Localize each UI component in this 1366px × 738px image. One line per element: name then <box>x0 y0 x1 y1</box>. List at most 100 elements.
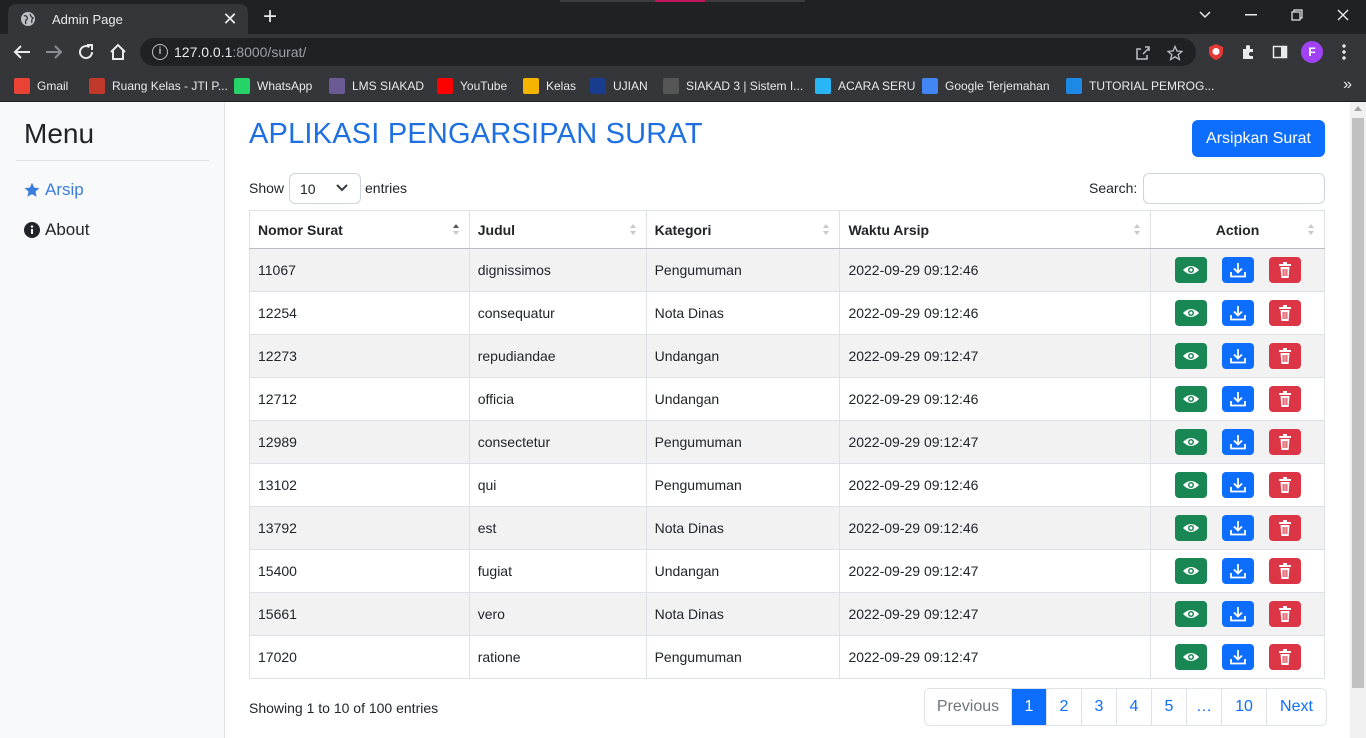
home-icon[interactable] <box>106 40 130 64</box>
browser-tab[interactable]: Admin Page ✕ <box>8 4 248 34</box>
pagination-page[interactable]: 2 <box>1046 689 1081 725</box>
pagination-page[interactable]: … <box>1186 689 1221 725</box>
column-header-waktu-arsip[interactable]: Waktu Arsip <box>839 210 1152 249</box>
view-button[interactable] <box>1174 601 1207 627</box>
trash-icon <box>1278 391 1292 407</box>
pagination-previous[interactable]: Previous <box>925 689 1011 725</box>
url-path: :8000/surat/ <box>232 44 307 60</box>
table-cell: 13102 <box>249 463 470 507</box>
download-button[interactable] <box>1221 300 1254 326</box>
view-button[interactable] <box>1174 257 1207 283</box>
search-input[interactable] <box>1143 173 1325 204</box>
table-cell: consectetur <box>468 420 647 464</box>
delete-button[interactable] <box>1268 558 1301 584</box>
bookmark-item[interactable]: Google Terjemahan <box>922 76 1050 96</box>
browser-tab-bar: Admin Page ✕ + <box>0 0 1366 34</box>
address-url[interactable]: 127.0.0.1:8000/surat/ <box>174 44 306 60</box>
column-header-judul[interactable]: Judul <box>468 210 647 249</box>
archive-letter-button[interactable]: Arsipkan Surat <box>1192 120 1325 157</box>
bookmark-item[interactable]: Ruang Kelas - JTI P... <box>89 76 228 96</box>
delete-button[interactable] <box>1268 515 1301 541</box>
download-button[interactable] <box>1221 601 1254 627</box>
download-button[interactable] <box>1221 429 1254 455</box>
view-button[interactable] <box>1174 343 1207 369</box>
sort-asc-icon <box>452 224 459 236</box>
page-scrollbar[interactable] <box>1350 102 1366 738</box>
sidebar-item-arsip[interactable]: Arsip <box>24 178 84 202</box>
action-buttons <box>1159 515 1316 541</box>
table-cell: dignissimos <box>468 248 647 292</box>
extension-shield-icon[interactable] <box>1206 42 1226 62</box>
delete-button[interactable] <box>1268 300 1301 326</box>
delete-button[interactable] <box>1268 644 1301 670</box>
view-button[interactable] <box>1174 515 1207 541</box>
close-window-icon[interactable] <box>1320 0 1366 30</box>
pagination-page[interactable]: 3 <box>1081 689 1116 725</box>
view-button[interactable] <box>1174 644 1207 670</box>
view-button[interactable] <box>1174 429 1207 455</box>
column-header-kategori[interactable]: Kategori <box>645 210 841 249</box>
column-header-action[interactable]: Action <box>1150 210 1325 249</box>
bookmark-item[interactable]: ACARA SERU <box>815 76 915 96</box>
delete-button[interactable] <box>1268 472 1301 498</box>
table-cell: Pengumuman <box>645 248 841 292</box>
table-cell: Undangan <box>645 549 841 593</box>
bookmark-item[interactable]: LMS SIAKAD <box>329 76 424 96</box>
delete-button[interactable] <box>1268 257 1301 283</box>
delete-button[interactable] <box>1268 429 1301 455</box>
view-button[interactable] <box>1174 386 1207 412</box>
minimize-icon[interactable] <box>1228 0 1274 30</box>
tab-search-icon[interactable] <box>1182 0 1228 30</box>
bookmark-item[interactable]: TUTORIAL PEMROG... <box>1066 76 1214 96</box>
bookmarks-overflow-icon[interactable]: » <box>1343 76 1352 94</box>
bookmark-item[interactable]: Gmail <box>14 76 68 96</box>
pagination-page[interactable]: 1 <box>1011 689 1046 725</box>
download-button[interactable] <box>1221 257 1254 283</box>
pagination-page[interactable]: 4 <box>1116 689 1151 725</box>
table-row: 13102 qui Pengumuman 2022-09-29 09:12:46 <box>249 463 1325 507</box>
column-header-nomor-surat[interactable]: Nomor Surat <box>249 210 470 249</box>
bookmark-item[interactable]: YouTube <box>437 76 507 96</box>
sidebar: Menu Arsip About <box>0 102 225 738</box>
sidebar-item-about[interactable]: About <box>24 218 89 242</box>
view-button[interactable] <box>1174 558 1207 584</box>
reload-icon[interactable] <box>74 40 98 64</box>
download-button[interactable] <box>1221 515 1254 541</box>
pagination-page[interactable]: 5 <box>1151 689 1186 725</box>
entries-select[interactable]: 10 <box>289 173 361 204</box>
browser-menu-icon[interactable] <box>1334 42 1354 62</box>
side-panel-icon[interactable] <box>1270 42 1290 62</box>
bookmark-item[interactable]: Kelas <box>523 76 576 96</box>
profile-avatar[interactable]: F <box>1301 41 1323 63</box>
bookmark-star-icon[interactable] <box>1166 44 1184 62</box>
forward-icon[interactable] <box>42 40 66 64</box>
scrollbar-thumb[interactable] <box>1352 118 1364 688</box>
new-tab-icon[interactable]: + <box>258 5 282 29</box>
pagination-next[interactable]: Next <box>1266 689 1326 725</box>
view-button[interactable] <box>1174 300 1207 326</box>
download-button[interactable] <box>1221 343 1254 369</box>
pagination-page[interactable]: 10 <box>1221 689 1266 725</box>
download-button[interactable] <box>1221 386 1254 412</box>
bookmark-item[interactable]: SIAKAD 3 | Sistem I... <box>663 76 803 96</box>
share-icon[interactable] <box>1134 44 1152 62</box>
table-row: 15661 vero Nota Dinas 2022-09-29 09:12:47 <box>249 592 1325 636</box>
bookmark-item[interactable]: WhatsApp <box>234 76 312 96</box>
bookmark-label: Google Terjemahan <box>945 79 1050 93</box>
delete-button[interactable] <box>1268 601 1301 627</box>
view-button[interactable] <box>1174 472 1207 498</box>
scroll-up-icon[interactable] <box>1354 106 1362 111</box>
bookmark-item[interactable]: UJIAN <box>590 76 648 96</box>
download-button[interactable] <box>1221 472 1254 498</box>
address-bar[interactable]: i 127.0.0.1:8000/surat/ <box>140 38 1196 66</box>
tab-close-icon[interactable]: ✕ <box>218 9 242 30</box>
back-icon[interactable] <box>10 40 34 64</box>
show-label: Show <box>249 180 285 196</box>
site-info-icon[interactable]: i <box>152 44 168 60</box>
download-button[interactable] <box>1221 644 1254 670</box>
download-button[interactable] <box>1221 558 1254 584</box>
restore-icon[interactable] <box>1274 0 1320 30</box>
extensions-puzzle-icon[interactable] <box>1238 42 1258 62</box>
delete-button[interactable] <box>1268 386 1301 412</box>
delete-button[interactable] <box>1268 343 1301 369</box>
